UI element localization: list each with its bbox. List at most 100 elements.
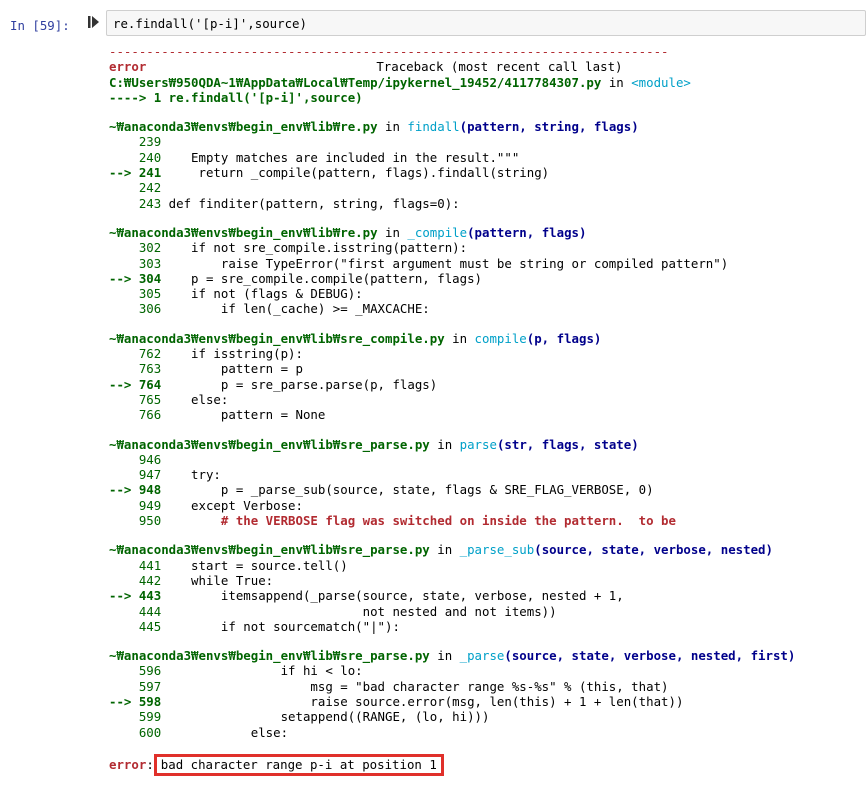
frame-source-line: 763 pattern = p (109, 361, 866, 376)
frame-source-line: --> 241 return _compile(pattern, flags).… (109, 165, 866, 180)
line-number: 762 (109, 346, 162, 362)
frame-source-line: --> 764 p = sre_parse.parse(p, flags) (109, 377, 866, 392)
frame-gap (109, 317, 866, 331)
frame-source-line: 949 except Verbose: (109, 498, 866, 513)
frame-source-line: 305 if not (flags & DEBUG): (109, 286, 866, 301)
frame-function: parse (459, 436, 497, 452)
line-number: --> 598 (109, 693, 162, 709)
source-code: if not (flags & DEBUG): (161, 286, 363, 302)
frame-source-line: --> 304 p = sre_compile.compile(pattern,… (109, 271, 866, 286)
line-number: 441 (109, 557, 162, 573)
frame-path: ~₩anaconda3₩envs₩begin_env₩lib₩sre_compi… (109, 330, 445, 346)
line-number: 442 (109, 572, 162, 588)
final-error-message: bad character range p-i at position 1 (153, 753, 444, 776)
frame-source-line: 947 try: (109, 467, 866, 482)
source-code: start = source.tell() (161, 557, 348, 573)
frame-signature: (p, flags) (526, 330, 602, 346)
run-cell-icon[interactable] (88, 15, 100, 29)
frame-source-line: 445 if not sourcematch("|"): (109, 619, 866, 634)
traceback-output: ----------------------------------------… (109, 44, 866, 776)
line-number: --> 443 (109, 588, 162, 604)
frame0-location: C:₩Users₩950QDA~1₩AppData₩Local₩Temp/ipy… (109, 75, 866, 90)
line-number: 444 (109, 603, 162, 619)
frame-source-line: 306 if len(_cache) >= _MAXCACHE: (109, 301, 866, 316)
line-number: --> 948 (109, 482, 162, 498)
source-code: msg = "bad character range %s-%s" % (thi… (161, 678, 669, 694)
frame-source-line: 243 def finditer(pattern, string, flags=… (109, 196, 866, 211)
frame-source-line: 950 # the VERBOSE flag was switched on i… (109, 513, 866, 528)
frame-source-line: 442 while True: (109, 573, 866, 588)
frame-path: ~₩anaconda3₩envs₩begin_env₩lib₩re.py (109, 224, 378, 240)
frame-signature: (str, flags, state) (496, 436, 639, 452)
frame-source-line: 946 (109, 452, 866, 467)
source-code: raise source.error(msg, len(this) + 1 + … (161, 693, 684, 709)
traceback-header-right: Traceback (most recent call last) (376, 59, 623, 75)
frame0-module: <module> (631, 74, 691, 90)
frame-source-line: 441 start = source.tell() (109, 558, 866, 573)
source-code: while True: (161, 572, 274, 588)
frame-source-line: --> 443 itemsappend(_parse(source, state… (109, 588, 866, 603)
line-number: 947 (109, 467, 162, 483)
frame-path: ~₩anaconda3₩envs₩begin_env₩lib₩sre_parse… (109, 542, 430, 558)
line-number: 445 (109, 618, 162, 634)
frame-header: ~₩anaconda3₩envs₩begin_env₩lib₩sre_compi… (109, 331, 866, 346)
line-number: 306 (109, 301, 162, 317)
frame-path: ~₩anaconda3₩envs₩begin_env₩lib₩re.py (109, 119, 378, 135)
line-number: 303 (109, 255, 162, 271)
traceback-frames: ~₩anaconda3₩envs₩begin_env₩lib₩re.py in … (109, 105, 866, 740)
source-code: if isstring(p): (161, 346, 303, 362)
frame-header: ~₩anaconda3₩envs₩begin_env₩lib₩re.py in … (109, 225, 866, 240)
source-code: itemsappend(_parse(source, state, verbos… (161, 588, 624, 604)
frame-header: ~₩anaconda3₩envs₩begin_env₩lib₩re.py in … (109, 119, 866, 134)
line-number: 763 (109, 361, 162, 377)
final-error-name: error (109, 756, 147, 772)
source-code: if not sourcematch("|"): (161, 618, 400, 634)
frame-function: compile (474, 330, 527, 346)
frame-signature: (source, state, verbose, nested) (534, 542, 773, 558)
line-number: 242 (109, 180, 162, 196)
source-code: pattern = None (161, 407, 326, 423)
frame-gap (109, 105, 866, 119)
frame-source-line: 239 (109, 134, 866, 149)
line-number: 599 (109, 709, 162, 725)
frame-source-line: 765 else: (109, 392, 866, 407)
line-number: --> 241 (109, 165, 162, 181)
line-number: --> 764 (109, 376, 162, 392)
frame-header: ~₩anaconda3₩envs₩begin_env₩lib₩sre_parse… (109, 648, 866, 663)
source-code: try: (161, 467, 221, 483)
line-number: 302 (109, 240, 162, 256)
frame-path: ~₩anaconda3₩envs₩begin_env₩lib₩sre_parse… (109, 648, 430, 664)
source-code: if len(_cache) >= _MAXCACHE: (161, 301, 430, 317)
line-number: 766 (109, 407, 162, 423)
line-number: 950 (109, 513, 162, 529)
frame-header: ~₩anaconda3₩envs₩begin_env₩lib₩sre_parse… (109, 542, 866, 557)
frame-signature: (source, state, verbose, nested, first) (504, 648, 796, 664)
source-code: else: (161, 391, 229, 407)
line-number: 305 (109, 286, 162, 302)
source-code: except Verbose: (161, 497, 303, 513)
source-code: not nested and not items)) (161, 603, 557, 619)
code-input-cell[interactable]: re.findall('[p-i]',source) (106, 10, 866, 36)
error-name: error (109, 59, 147, 75)
source-code: p = sre_compile.compile(pattern, flags) (161, 270, 482, 286)
source-code: if hi < lo: (161, 663, 363, 679)
cell-prompt: In [59]: (10, 18, 70, 33)
frame-source-line: 242 (109, 180, 866, 195)
final-error-line: error: bad character range p-i at positio… (109, 753, 866, 776)
source-code: p = _parse_sub(source, state, flags & SR… (161, 482, 654, 498)
line-number: 597 (109, 678, 162, 694)
source-code: pattern = p (161, 361, 303, 377)
line-number: --> 304 (109, 270, 162, 286)
traceback-separator: ----------------------------------------… (109, 44, 669, 59)
frame-function: _parse (459, 648, 505, 664)
frame-gap (109, 634, 866, 648)
frame-source-line: 766 pattern = None (109, 407, 866, 422)
line-number: 243 (109, 195, 162, 211)
frame-header: ~₩anaconda3₩envs₩begin_env₩lib₩sre_parse… (109, 437, 866, 452)
frame-path: ~₩anaconda3₩envs₩begin_env₩lib₩sre_parse… (109, 436, 430, 452)
frame-function: findall (407, 119, 460, 135)
source-code: def finditer(pattern, string, flags=0): (161, 195, 460, 211)
source-code: p = sre_parse.parse(p, flags) (161, 376, 438, 392)
frame-source-line: 240 Empty matches are included in the re… (109, 150, 866, 165)
frame-source-line: 596 if hi < lo: (109, 663, 866, 678)
